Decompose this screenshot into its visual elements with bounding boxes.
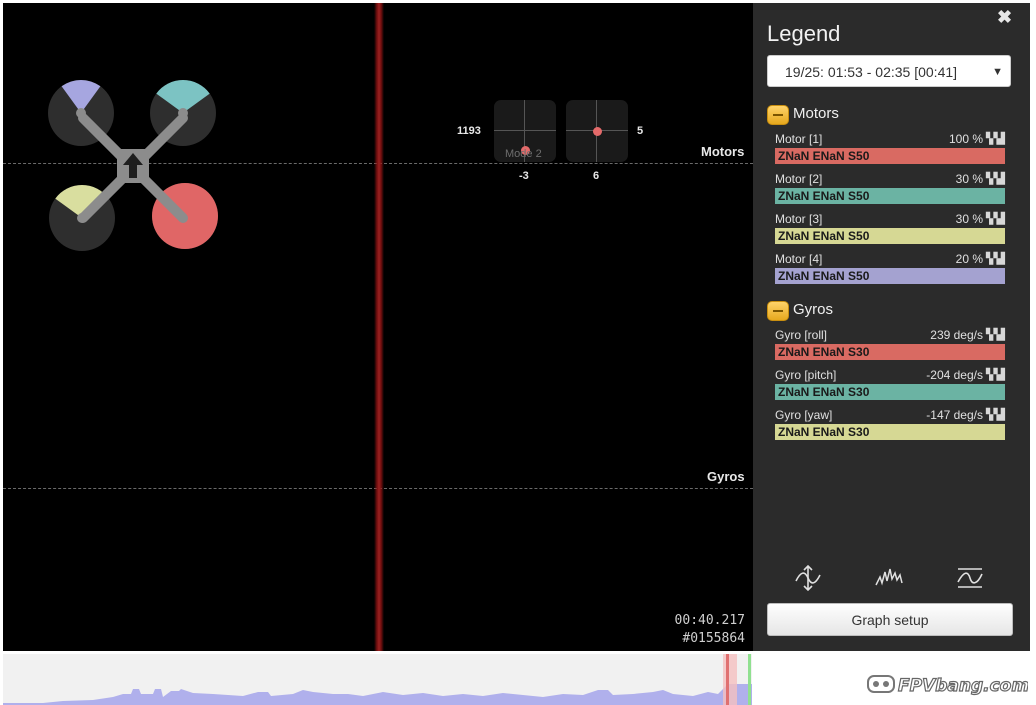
stick-mode-label: Mode 2 <box>505 148 542 160</box>
field-motor-1-bar: ZNaN ENaN S50 <box>775 148 1005 164</box>
chevron-down-icon: ▼ <box>992 66 1003 78</box>
spectrum-icon[interactable]: ▝▞▟ <box>982 132 1005 145</box>
brand-watermark: FPVbang.com <box>866 670 1030 703</box>
spectrum-icon[interactable]: ▝▞▟ <box>982 252 1005 265</box>
field-name: Motor [3] <box>775 212 823 226</box>
motors-graph-label: Motors <box>701 144 745 159</box>
field-motor-4[interactable]: Motor [4] 20 % ▝▞▟ <box>775 252 1005 266</box>
legend-title: Legend <box>767 21 841 46</box>
field-motor-3[interactable]: Motor [3] 30 % ▝▞▟ <box>775 212 1005 226</box>
zoom-vertical-icon[interactable] <box>793 563 823 593</box>
field-gyro-roll[interactable]: Gyro [roll] 239 deg/s ▝▞▟ <box>775 328 1005 342</box>
left-stick-yaw: -3 <box>519 170 529 182</box>
field-motor-2-bar: ZNaN ENaN S50 <box>775 188 1005 204</box>
spectrum-icon[interactable]: ▝▞▟ <box>982 212 1005 225</box>
right-stick-pitch: 5 <box>637 125 644 137</box>
field-value: 30 % <box>955 212 983 226</box>
close-icon[interactable]: ✖ <box>997 7 1012 28</box>
field-value: 100 % <box>948 132 983 146</box>
graph-canvas[interactable]: Motors Gyros Mode 2 1193 -3 5 6 00:40.21… <box>3 3 753 651</box>
field-gyro-pitch-bar: ZNaN ENaN S30 <box>775 384 1005 400</box>
craft-diagram <box>48 79 218 251</box>
graph-setup-button[interactable]: Graph setup <box>767 603 1013 636</box>
group-gyros-name: Gyros <box>793 301 834 318</box>
field-gyro-yaw[interactable]: Gyro [yaw] -147 deg/s ▝▞▟ <box>775 408 1005 422</box>
field-motor-1[interactable]: Motor [1] 100 % ▝▞▟ <box>775 132 1005 146</box>
spectrum-icon[interactable]: ▝▞▟ <box>982 368 1005 381</box>
field-name: Gyro [pitch] <box>775 368 837 382</box>
field-motor-2[interactable]: Motor [2] 30 % ▝▞▟ <box>775 172 1005 186</box>
group-motors-name: Motors <box>793 105 839 122</box>
current-time: 00:40.217 <box>674 613 745 628</box>
raw-signal-icon[interactable] <box>874 563 904 593</box>
field-gyro-yaw-bar: ZNaN ENaN S30 <box>775 424 1005 440</box>
log-selector-value: 19/25: 01:53 - 02:35 [00:41] <box>785 64 958 80</box>
field-name: Gyro [yaw] <box>775 408 833 422</box>
field-value: 20 % <box>955 252 983 266</box>
field-name: Motor [4] <box>775 252 823 266</box>
right-stick-roll: 6 <box>593 170 600 182</box>
watermark-text: FPVbang.com <box>898 676 1028 696</box>
smoothing-icon[interactable] <box>955 563 985 593</box>
field-value: 239 deg/s <box>930 328 983 342</box>
field-gyro-roll-bar: ZNaN ENaN S30 <box>775 344 1005 360</box>
field-gyro-pitch[interactable]: Gyro [pitch] -204 deg/s ▝▞▟ <box>775 368 1005 382</box>
field-name: Motor [1] <box>775 132 823 146</box>
right-stick-dot <box>592 126 602 136</box>
spectrum-icon[interactable]: ▝▞▟ <box>982 328 1005 341</box>
frame-number: #0155864 <box>682 631 745 646</box>
collapse-toggle-icon[interactable] <box>767 105 789 125</box>
field-motor-3-bar: ZNaN ENaN S50 <box>775 228 1005 244</box>
playback-cursor[interactable] <box>374 3 384 651</box>
field-value: -204 deg/s <box>926 368 983 382</box>
timeline-seek-bar[interactable] <box>3 654 752 705</box>
field-name: Motor [2] <box>775 172 823 186</box>
gyros-graph-label: Gyros <box>707 469 745 484</box>
left-stick-throttle: 1193 <box>457 125 481 137</box>
spectrum-icon[interactable]: ▝▞▟ <box>982 172 1005 185</box>
field-motor-4-bar: ZNaN ENaN S50 <box>775 268 1005 284</box>
field-name: Gyro [roll] <box>775 328 828 342</box>
collapse-toggle-icon[interactable] <box>767 301 789 321</box>
timeline-histogram <box>3 654 752 705</box>
legend-panel: ✖ Legend 19/25: 01:53 - 02:35 [00:41] ▼ … <box>753 3 1030 651</box>
field-value: 30 % <box>955 172 983 186</box>
field-value: -147 deg/s <box>926 408 983 422</box>
fpvbang-logo-icon: FPVbang.com <box>867 675 1030 697</box>
right-stick-box <box>566 100 628 162</box>
spectrum-icon[interactable]: ▝▞▟ <box>982 408 1005 421</box>
log-selector[interactable]: 19/25: 01:53 - 02:35 [00:41] ▼ <box>767 55 1011 87</box>
